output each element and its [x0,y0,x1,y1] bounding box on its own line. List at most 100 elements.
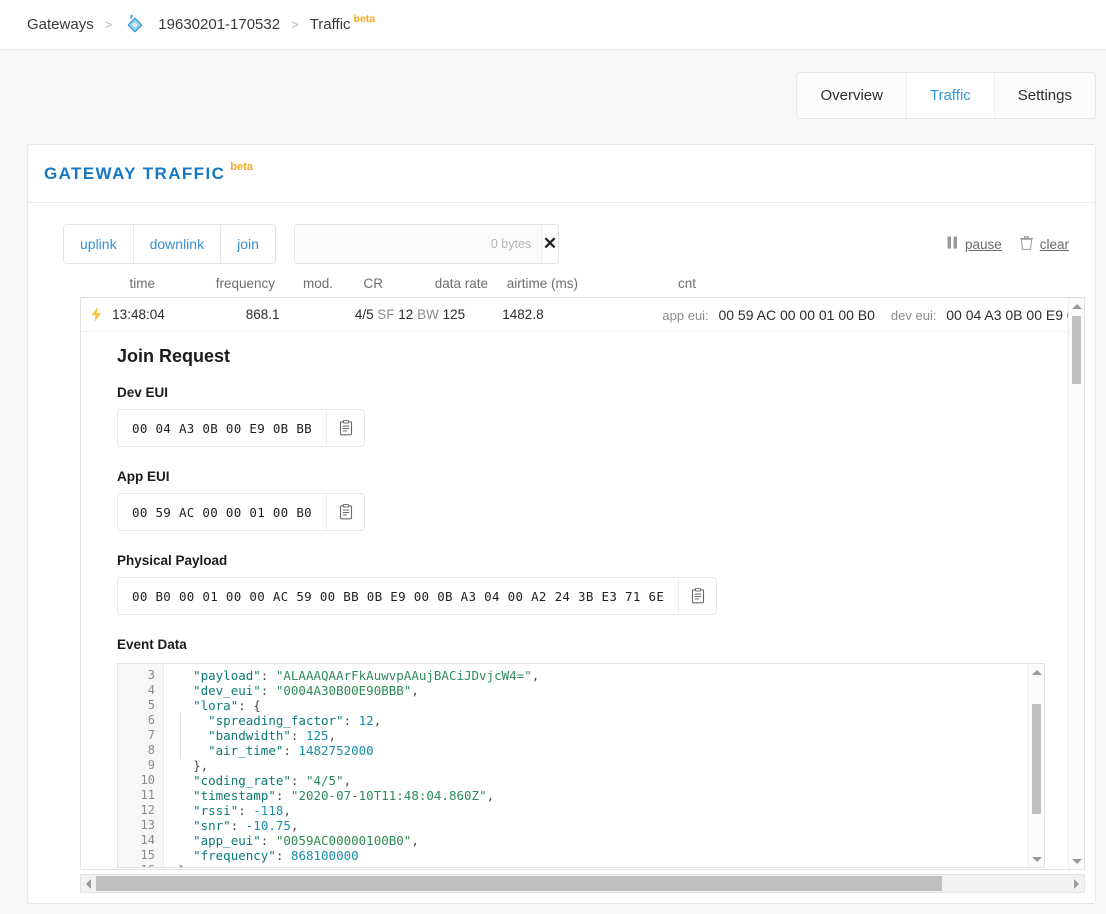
search-input[interactable] [294,225,491,263]
pause-button[interactable]: pause [947,236,1002,252]
code-token: "dev_eui" [193,683,261,698]
code-token: : [290,773,306,788]
editor-vertical-scrollbar[interactable] [1028,664,1044,867]
code-token: , [486,788,495,803]
trash-icon [1019,235,1033,253]
breadcrumb-item-traffic[interactable]: Traffic [310,16,351,33]
scroll-left-icon[interactable] [81,878,96,889]
data-rate-sf-label: SF [377,307,395,322]
code-token: 125 [305,728,329,743]
page-title: GATEWAY TRAFFIC [44,163,226,183]
line-number: 11 [140,788,155,802]
breadcrumb-item-gateways[interactable]: Gateways [27,16,94,33]
page-title-beta-badge: beta [230,160,253,173]
code-token: "0059AC00000100B0" [275,833,412,848]
editor-gutter: 345678910111213141516 [118,664,164,867]
scroll-up-icon[interactable] [1029,664,1044,680]
tabs-row: Overview Traffic Settings [0,50,1106,119]
pause-button-label: pause [964,236,1002,252]
scroll-up-icon[interactable] [1069,298,1084,314]
filter-button-downlink[interactable]: downlink [133,225,222,263]
traffic-toolbar: uplink downlink join 0 bytes ✕ pause cle… [28,203,1095,264]
app-eui-label: app eui: [662,307,709,323]
dev-eui-field: 00 04 A3 0B 00 E9 0B BB [117,409,365,447]
column-header-mod: mod. [302,276,333,291]
tab-settings[interactable]: Settings [994,73,1095,118]
breadcrumb-item-gateway-id[interactable]: 19630201-170532 [158,16,280,33]
close-icon[interactable]: ✕ [541,225,558,263]
copy-icon[interactable] [326,410,364,446]
code-token: 868100000 [290,848,359,863]
code-token: : [290,728,306,743]
column-header-frequency: frequency [215,276,275,291]
clear-button-label: clear [1039,236,1069,252]
code-token: "coding_rate" [193,773,291,788]
line-number: 16 [118,863,163,867]
code-token: } [178,863,186,867]
code-token: "spreading_factor" [208,713,344,728]
copy-icon[interactable] [678,578,716,614]
scroll-right-icon[interactable] [1069,878,1084,889]
app-eui-value: 00 59 AC 00 00 01 00 B0 [718,306,875,323]
editor-scroll-thumb[interactable] [1032,704,1041,814]
line-number: 4 [147,683,155,697]
code-token: : [275,848,291,863]
line-number: 7 [147,728,155,742]
code-token: : [260,683,276,698]
event-data-editor[interactable]: 345678910111213141516 "payload": "ALAAAQ… [117,663,1045,868]
code-token: , [328,728,337,743]
column-header-cr: CR [363,276,384,291]
dev-eui-field-label: Dev EUI [117,385,169,400]
pause-icon [947,236,958,252]
traffic-list-scroll-thumb[interactable] [1072,316,1081,384]
column-header-data-rate: data rate [434,276,488,291]
event-data-label: Event Data [117,637,187,652]
code-token: : [260,833,276,848]
line-number: 13 [140,818,155,832]
code-token: , [373,713,382,728]
toolbar-actions: pause clear [947,235,1069,253]
line-number: 8 [147,743,155,757]
code-token: "snr" [193,818,231,833]
scroll-down-icon[interactable] [1029,851,1044,867]
data-rate-bw-label: BW [417,307,439,322]
line-number: 5 [147,698,155,712]
code-line: "snr": -10.75, [178,818,1026,833]
line-number: 14 [140,833,155,847]
physical-payload-field-label: Physical Payload [117,553,228,568]
tab-traffic[interactable]: Traffic [906,73,995,118]
code-token: 12 [358,713,374,728]
line-number: 9 [147,758,155,772]
traffic-list-vertical-scrollbar[interactable] [1068,298,1084,869]
cell-dev-eui: dev eui: 00 04 A3 0B 00 E9 0B [891,307,1084,323]
tab-overview[interactable]: Overview [797,73,907,118]
breadcrumb-beta-badge: beta [353,12,376,25]
editor-code-area[interactable]: "payload": "ALAAAQAArFkAuwvpAAujBACiJDvj… [164,664,1026,867]
code-token: "2020-07-10T11:48:04.860Z" [290,788,487,803]
card-header: GATEWAY TRAFFIC beta [28,145,1095,203]
code-token: , [411,833,419,848]
event-detail-panel: Join Request Dev EUI 00 04 A3 0B 00 E9 0… [81,332,1084,868]
horizontal-scroll-thumb[interactable] [96,876,942,891]
traffic-list-horizontal-scrollbar[interactable] [80,874,1085,893]
dev-eui-field-value: 00 04 A3 0B 00 E9 0B BB [132,420,312,436]
filter-button-uplink[interactable]: uplink [64,225,134,263]
code-token: : [275,788,291,803]
clear-button[interactable]: clear [1019,235,1069,253]
copy-icon[interactable] [326,494,364,530]
cell-app-eui: app eui: 00 59 AC 00 00 01 00 B0 [662,307,875,323]
app-eui-field-label: App EUI [117,469,170,484]
scroll-down-icon[interactable] [1069,853,1084,869]
app-eui-field-value: 00 59 AC 00 00 01 00 B0 [132,504,312,520]
table-row[interactable]: 13:48:04 868.1 4/5 SF 12 BW 125 1482.8 a… [81,298,1084,332]
code-token: -118 [253,803,284,818]
bolt-icon [87,307,106,322]
code-token: , [343,773,352,788]
code-line: "payload": "ALAAAQAArFkAuwvpAAujBACiJDvj… [178,668,1026,683]
code-line: } [178,863,1026,867]
bytes-counter-label: 0 bytes [490,237,532,251]
filter-button-join[interactable]: join [221,225,275,263]
code-token: "lora" [193,698,239,713]
gateway-icon [123,13,147,37]
data-rate-bw-value: 125 [442,307,466,322]
